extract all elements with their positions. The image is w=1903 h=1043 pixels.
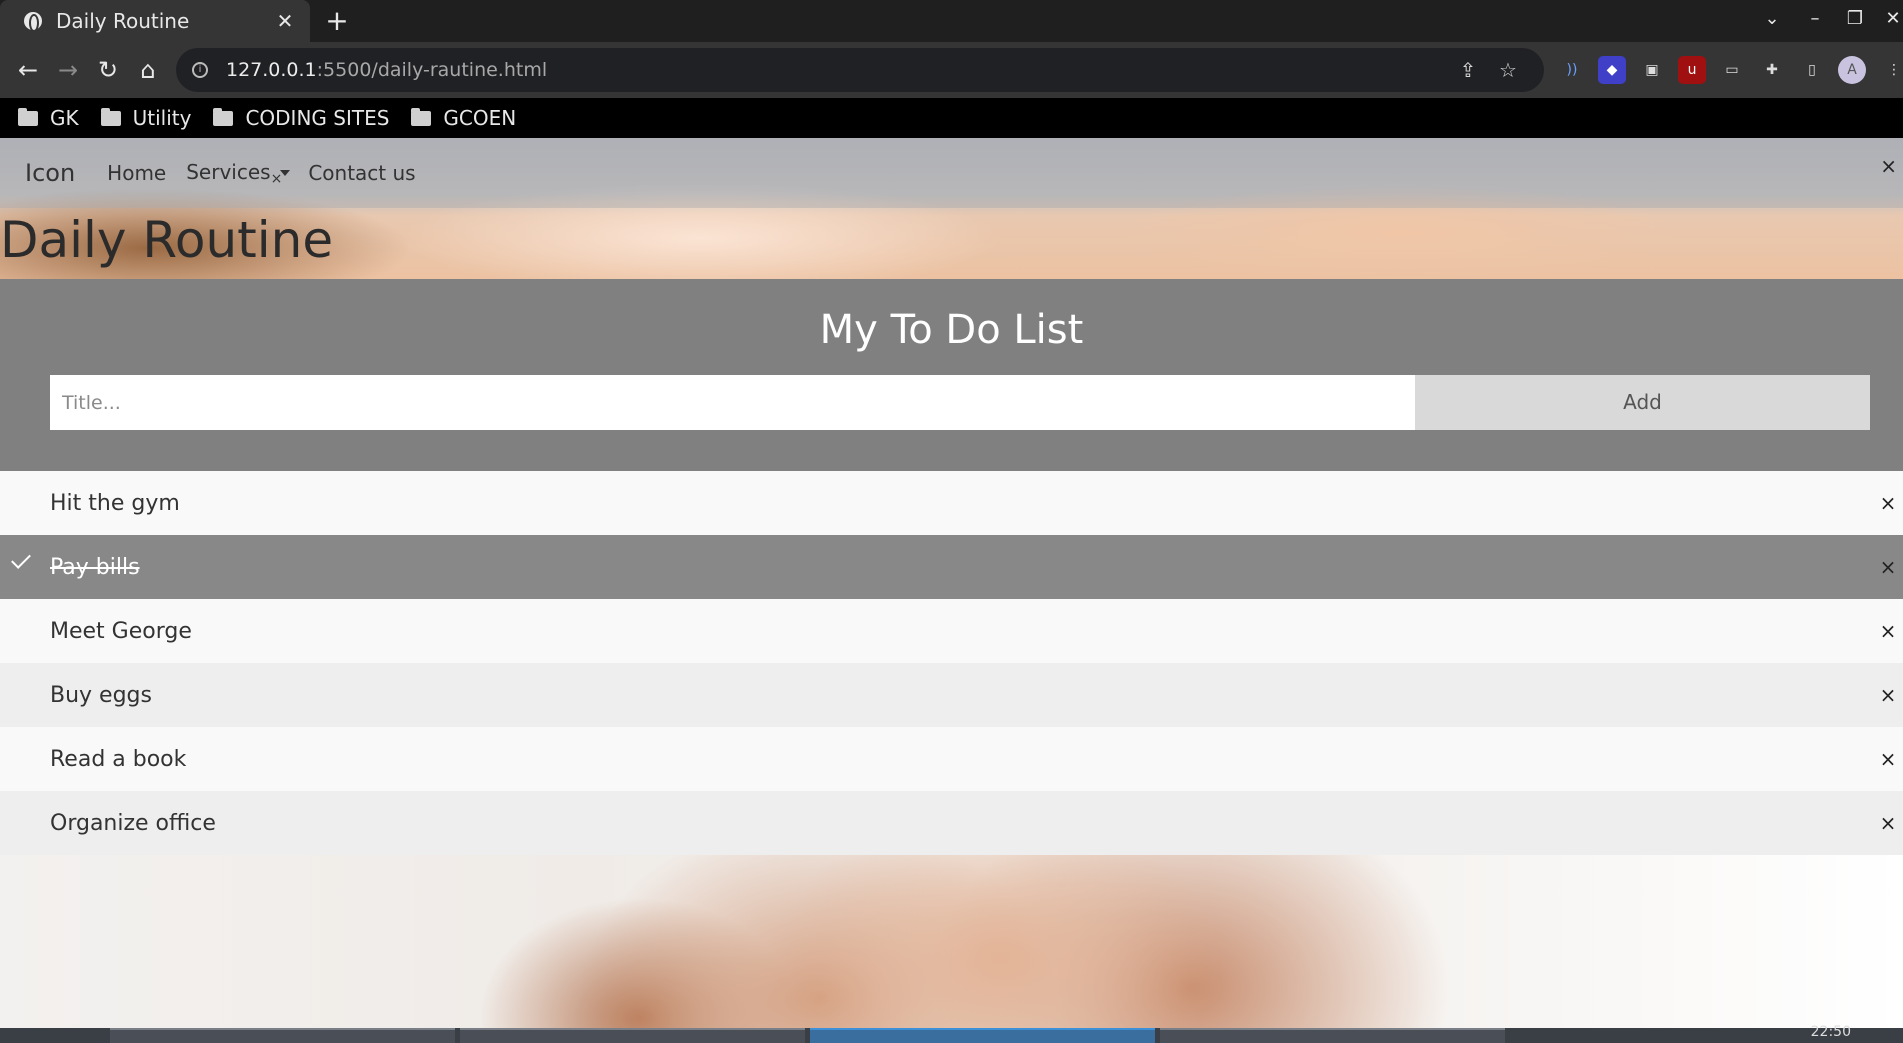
bookmark-folder[interactable]: GK [18,106,79,130]
bookmarks-bar: GK Utility CODING SITES GCOEN [0,98,1903,138]
site-info-icon[interactable]: i [192,62,208,78]
todo-item[interactable]: Buy eggs × [0,663,1903,727]
bookmark-folder[interactable]: GCOEN [411,106,516,130]
bitwarden-shield-icon[interactable]: ◆ [1598,56,1626,84]
profile-avatar-icon[interactable]: A [1838,56,1866,84]
folder-icon [100,107,121,126]
todo-item[interactable]: Organize office × [0,791,1903,855]
todo-title-input[interactable] [50,375,1415,430]
home-icon[interactable]: ⌂ [132,54,164,86]
globe-icon [24,12,42,32]
share-icon[interactable]: ⇪ [1448,58,1488,82]
nav-contact[interactable]: Contact us [308,161,415,185]
taskbar-window[interactable] [810,1028,1155,1043]
todo-item-text: Hit the gym [50,490,180,516]
taskbar-window[interactable] [1160,1028,1505,1043]
close-icon[interactable]: × [1873,791,1903,855]
back-arrow-icon[interactable]: ← [12,54,44,86]
extension-icon[interactable]: ▣ [1638,56,1666,84]
browser-tab-strip: Daily Routine ✕ + ⌄ – ❐ ✕ [0,0,1903,42]
extension-icon[interactable]: ▭ [1718,56,1746,84]
todo-item[interactable]: Read a book × [0,727,1903,791]
os-taskbar: 22:50 [0,1024,1903,1043]
todo-item-text: Pay bills [50,554,140,580]
nav-services-label: Services [186,159,271,184]
minimize-icon[interactable]: – [1800,8,1830,29]
window-close-icon[interactable]: ✕ [1878,8,1903,29]
extension-icon[interactable]: )) [1558,56,1586,84]
page-viewport: Icon Home Services× Contact us × Daily R… [0,138,1903,1028]
close-icon[interactable]: × [1880,154,1897,178]
dropdown-caret-icon [280,170,291,176]
todo-item-text: Meet George [50,618,192,644]
todo-list: Hit the gym × Pay bills × Meet George × … [0,471,1903,855]
more-menu-icon[interactable]: ⋮ [1880,56,1903,84]
close-icon[interactable]: × [1873,663,1903,727]
site-brand[interactable]: Icon [25,159,75,187]
url-path: :5500/daily-rautine.html [316,59,548,81]
todo-item-text: Organize office [50,810,216,836]
hero-banner: Icon Home Services× Contact us × Daily R… [0,138,1903,279]
browser-toolbar: ← → ↻ ⌂ i 127.0.0.1 :5500/daily-rautine.… [0,42,1903,98]
nav-services[interactable]: Services× [186,159,291,187]
close-icon[interactable]: × [1873,471,1903,535]
restore-icon[interactable]: ❐ [1840,8,1870,29]
todo-title: My To Do List [819,307,1084,353]
site-navbar: Icon Home Services× Contact us [0,138,1903,208]
nav-home[interactable]: Home [107,161,166,185]
tab-close-icon[interactable]: ✕ [274,9,296,33]
new-tab-button[interactable]: + [322,6,352,36]
bookmark-folder[interactable]: CODING SITES [213,106,389,130]
folder-icon [213,107,234,126]
page-title: Daily Routine [0,211,334,269]
taskbar-clock: 22:50 [1810,1024,1851,1040]
todo-item[interactable]: Hit the gym × [0,471,1903,535]
close-icon[interactable]: × [1873,535,1903,599]
tab-title: Daily Routine [56,9,190,33]
puzzle-icon[interactable]: ✚ [1758,56,1786,84]
browser-tab[interactable]: Daily Routine ✕ [0,0,310,42]
checkmark-icon [11,549,31,569]
url-host: 127.0.0.1 [226,59,317,81]
taskbar-window[interactable] [460,1028,805,1043]
add-button[interactable]: Add [1415,375,1870,430]
ublock-icon[interactable]: u [1678,56,1706,84]
bookmark-star-icon[interactable]: ☆ [1488,58,1528,82]
close-icon[interactable]: × [1873,727,1903,791]
address-bar[interactable]: i 127.0.0.1 :5500/daily-rautine.html ⇪ ☆ [176,48,1544,92]
folder-icon [18,107,38,126]
todo-item-checked[interactable]: Pay bills × [0,535,1903,599]
bookmark-folder[interactable]: Utility [100,106,191,130]
todo-item[interactable]: Meet George × [0,599,1903,663]
todo-item-text: Buy eggs [50,682,152,708]
folder-icon [411,107,432,126]
forward-arrow-icon[interactable]: → [52,54,84,86]
taskbar-window[interactable] [110,1028,455,1043]
side-panel-icon[interactable]: ▯ [1798,56,1826,84]
close-icon[interactable]: × [1873,599,1903,663]
tab-search-chevron-icon[interactable]: ⌄ [1757,8,1787,29]
reload-icon[interactable]: ↻ [92,54,124,86]
todo-item-text: Read a book [50,746,187,772]
